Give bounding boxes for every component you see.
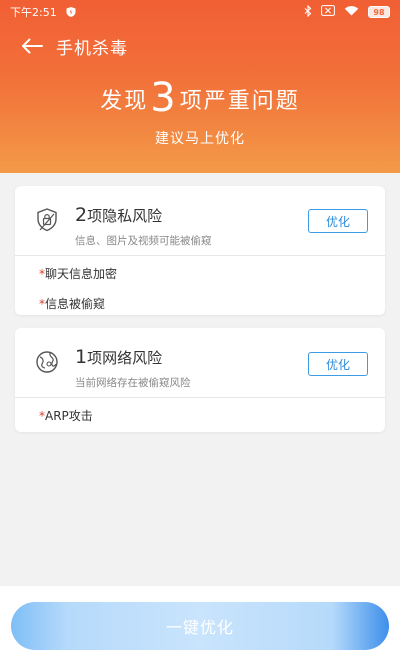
- bluetooth-icon: [304, 4, 312, 20]
- card-description: 信息、图片及视频可能被偷窥: [75, 235, 212, 247]
- header-area: 下午2:51 98 手机杀毒 发现3项严重问题 建议马上优化: [0, 0, 400, 173]
- risk-title: 项网络风险: [87, 349, 163, 367]
- card-header: 2项隐私风险 信息、图片及视频可能被偷窥 优化: [15, 186, 385, 256]
- screen: 下午2:51 98 手机杀毒 发现3项严重问题 建议马上优化 2项隐私风险 信息…: [0, 0, 400, 666]
- risk-item: *聊天信息加密: [15, 259, 385, 289]
- headline-prefix: 发现: [100, 89, 149, 114]
- risk-item-label: 信息被偷窥: [45, 297, 106, 311]
- arrow-left-icon: [22, 38, 43, 54]
- privacy-risk-card: 2项隐私风险 信息、图片及视频可能被偷窥 优化 *聊天信息加密 *信息被偷窥: [15, 186, 385, 315]
- card-description: 当前网络存在被偷窥风险: [75, 377, 191, 389]
- risk-count: 1: [75, 346, 88, 368]
- privacy-shield-icon: [33, 206, 61, 234]
- battery-icon: 98: [368, 6, 390, 18]
- optimize-privacy-button[interactable]: 优化: [308, 209, 368, 233]
- status-bar: 下午2:51 98: [0, 0, 400, 24]
- one-key-optimize-button[interactable]: 一键优化: [11, 602, 389, 650]
- card-header: 1项网络风险 当前网络存在被偷窥风险 优化: [15, 328, 385, 398]
- wifi-icon: [344, 5, 359, 19]
- page-title: 手机杀毒: [56, 38, 128, 59]
- network-risk-card: 1项网络风险 当前网络存在被偷窥风险 优化 *ARP攻击: [15, 328, 385, 432]
- optimize-network-button[interactable]: 优化: [308, 352, 368, 376]
- status-indicators: 98: [304, 4, 390, 20]
- headline-suffix: 项严重问题: [179, 89, 300, 114]
- risk-item: *ARP攻击: [15, 401, 385, 431]
- risk-count: 2: [75, 204, 88, 226]
- problem-count: 3: [150, 75, 178, 121]
- network-globe-icon: [33, 348, 61, 376]
- risk-item-label: ARP攻击: [45, 409, 93, 423]
- back-button[interactable]: [12, 30, 52, 62]
- status-time: 下午2:51: [10, 6, 57, 19]
- bottom-bar: 一键优化: [0, 586, 400, 666]
- scan-result-subtitle: 建议马上优化: [155, 131, 245, 147]
- scan-result-headline: 发现3项严重问题: [0, 76, 400, 124]
- card-title: 2项隐私风险: [75, 204, 162, 226]
- nav-bar: 手机杀毒: [0, 30, 400, 62]
- shield-icon: [65, 6, 77, 18]
- risk-item-label: 聊天信息加密: [45, 267, 118, 281]
- card-title: 1项网络风险: [75, 346, 162, 368]
- sim-off-icon: [321, 5, 335, 19]
- risk-title: 项隐私风险: [87, 207, 163, 225]
- risk-item: *信息被偷窥: [15, 289, 385, 319]
